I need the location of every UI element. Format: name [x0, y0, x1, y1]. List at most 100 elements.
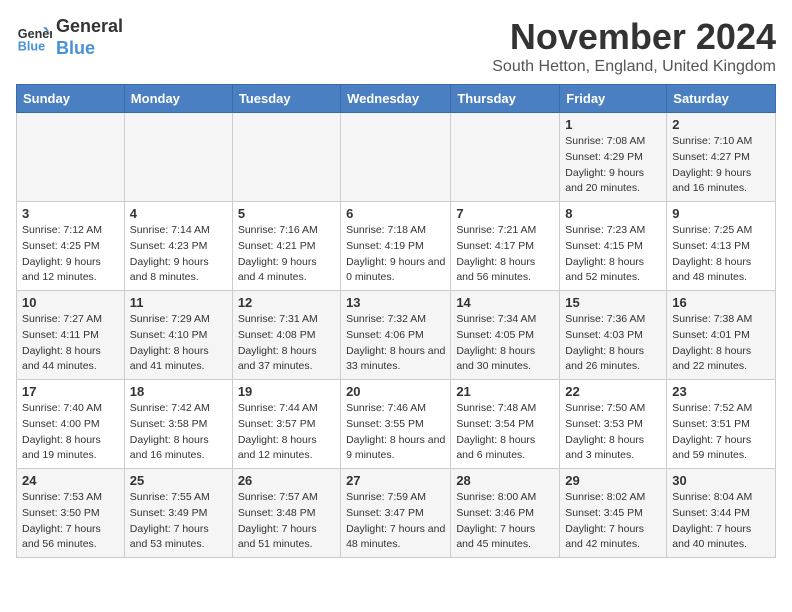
calendar-cell: 13Sunrise: 7:32 AM Sunset: 4:06 PM Dayli…	[341, 291, 451, 380]
calendar-cell: 4 Sunrise: 7:14 AM Sunset: 4:23 PM Daylig…	[124, 202, 232, 291]
day-info: Sunrise: 7:16 AM Sunset: 4:21 PM Dayligh…	[238, 223, 335, 286]
calendar-cell: 24 Sunrise: 7:53 AM Sunset: 3:50 PM Dayli…	[17, 469, 125, 558]
calendar-cell	[341, 113, 451, 202]
calendar-week-2: 10Sunrise: 7:27 AM Sunset: 4:11 PM Dayli…	[17, 291, 776, 380]
calendar-cell: 10Sunrise: 7:27 AM Sunset: 4:11 PM Dayli…	[17, 291, 125, 380]
day-info: Sunrise: 7:29 AM Sunset: 4:10 PM Dayligh…	[130, 312, 227, 375]
calendar-week-4: 24 Sunrise: 7:53 AM Sunset: 3:50 PM Dayli…	[17, 469, 776, 558]
calendar-cell: 28 Sunrise: 8:00 AM Sunset: 3:46 PM Dayli…	[451, 469, 560, 558]
location-title: South Hetton, England, United Kingdom	[492, 58, 776, 76]
day-number: 2	[672, 117, 770, 132]
header-saturday: Saturday	[667, 85, 776, 113]
day-info: Sunrise: 7:53 AM Sunset: 3:50 PM Dayligh…	[22, 490, 119, 553]
day-info: Sunrise: 7:10 AM Sunset: 4:27 PM Dayligh…	[672, 134, 770, 197]
day-number: 13	[346, 295, 445, 310]
svg-text:Blue: Blue	[18, 39, 45, 53]
month-title: November 2024	[492, 16, 776, 58]
day-info: Sunrise: 7:52 AM Sunset: 3:51 PM Dayligh…	[672, 401, 770, 464]
header-monday: Monday	[124, 85, 232, 113]
day-info: Sunrise: 7:12 AM Sunset: 4:25 PM Dayligh…	[22, 223, 119, 286]
day-info: Sunrise: 8:00 AM Sunset: 3:46 PM Dayligh…	[456, 490, 554, 553]
calendar-cell: 12Sunrise: 7:31 AM Sunset: 4:08 PM Dayli…	[232, 291, 340, 380]
day-number: 5	[238, 206, 335, 221]
day-number: 26	[238, 473, 335, 488]
title-area: November 2024 South Hetton, England, Uni…	[492, 16, 776, 76]
day-number: 4	[130, 206, 227, 221]
calendar-cell: 19 Sunrise: 7:44 AM Sunset: 3:57 PM Dayli…	[232, 380, 340, 469]
logo-text-general: General	[56, 16, 123, 38]
calendar-cell: 2 Sunrise: 7:10 AM Sunset: 4:27 PM Daylig…	[667, 113, 776, 202]
day-number: 10	[22, 295, 119, 310]
day-number: 28	[456, 473, 554, 488]
day-info: Sunrise: 7:21 AM Sunset: 4:17 PM Dayligh…	[456, 223, 554, 286]
calendar-cell: 7 Sunrise: 7:21 AM Sunset: 4:17 PM Daylig…	[451, 202, 560, 291]
calendar-week-3: 17 Sunrise: 7:40 AM Sunset: 4:00 PM Dayli…	[17, 380, 776, 469]
calendar-cell: 1 Sunrise: 7:08 AM Sunset: 4:29 PM Daylig…	[560, 113, 667, 202]
day-info: Sunrise: 7:23 AM Sunset: 4:15 PM Dayligh…	[565, 223, 661, 286]
calendar-cell: 26 Sunrise: 7:57 AM Sunset: 3:48 PM Dayli…	[232, 469, 340, 558]
day-number: 17	[22, 384, 119, 399]
day-info: Sunrise: 7:25 AM Sunset: 4:13 PM Dayligh…	[672, 223, 770, 286]
day-number: 15	[565, 295, 661, 310]
day-number: 9	[672, 206, 770, 221]
day-number: 14	[456, 295, 554, 310]
day-info: Sunrise: 7:40 AM Sunset: 4:00 PM Dayligh…	[22, 401, 119, 464]
calendar-cell: 18 Sunrise: 7:42 AM Sunset: 3:58 PM Dayli…	[124, 380, 232, 469]
calendar-cell: 30 Sunrise: 8:04 AM Sunset: 3:44 PM Dayli…	[667, 469, 776, 558]
day-info: Sunrise: 7:42 AM Sunset: 3:58 PM Dayligh…	[130, 401, 227, 464]
header-thursday: Thursday	[451, 85, 560, 113]
calendar-cell: 23Sunrise: 7:52 AM Sunset: 3:51 PM Dayli…	[667, 380, 776, 469]
day-info: Sunrise: 7:14 AM Sunset: 4:23 PM Dayligh…	[130, 223, 227, 286]
day-number: 11	[130, 295, 227, 310]
day-number: 7	[456, 206, 554, 221]
day-info: Sunrise: 7:50 AM Sunset: 3:53 PM Dayligh…	[565, 401, 661, 464]
day-number: 8	[565, 206, 661, 221]
day-number: 21	[456, 384, 554, 399]
day-number: 19	[238, 384, 335, 399]
day-number: 1	[565, 117, 661, 132]
calendar-cell: 9 Sunrise: 7:25 AM Sunset: 4:13 PM Daylig…	[667, 202, 776, 291]
day-info: Sunrise: 7:38 AM Sunset: 4:01 PM Dayligh…	[672, 312, 770, 375]
calendar-table: SundayMondayTuesdayWednesdayThursdayFrid…	[16, 84, 776, 558]
calendar-cell	[17, 113, 125, 202]
header: General Blue General Blue November 2024 …	[16, 16, 776, 76]
day-info: Sunrise: 7:55 AM Sunset: 3:49 PM Dayligh…	[130, 490, 227, 553]
day-number: 18	[130, 384, 227, 399]
day-info: Sunrise: 7:57 AM Sunset: 3:48 PM Dayligh…	[238, 490, 335, 553]
day-number: 24	[22, 473, 119, 488]
day-number: 25	[130, 473, 227, 488]
logo-text-blue: Blue	[56, 38, 123, 60]
calendar-cell: 25 Sunrise: 7:55 AM Sunset: 3:49 PM Dayli…	[124, 469, 232, 558]
day-info: Sunrise: 7:44 AM Sunset: 3:57 PM Dayligh…	[238, 401, 335, 464]
calendar-cell	[232, 113, 340, 202]
day-number: 29	[565, 473, 661, 488]
calendar-cell	[124, 113, 232, 202]
calendar-week-1: 3Sunrise: 7:12 AM Sunset: 4:25 PM Daylig…	[17, 202, 776, 291]
calendar-cell: 29 Sunrise: 8:02 AM Sunset: 3:45 PM Dayli…	[560, 469, 667, 558]
header-friday: Friday	[560, 85, 667, 113]
calendar-cell: 8 Sunrise: 7:23 AM Sunset: 4:15 PM Daylig…	[560, 202, 667, 291]
day-number: 30	[672, 473, 770, 488]
calendar-cell: 20 Sunrise: 7:46 AM Sunset: 3:55 PM Dayli…	[341, 380, 451, 469]
header-tuesday: Tuesday	[232, 85, 340, 113]
day-info: Sunrise: 7:31 AM Sunset: 4:08 PM Dayligh…	[238, 312, 335, 375]
day-info: Sunrise: 7:18 AM Sunset: 4:19 PM Dayligh…	[346, 223, 445, 286]
day-info: Sunrise: 8:04 AM Sunset: 3:44 PM Dayligh…	[672, 490, 770, 553]
header-sunday: Sunday	[17, 85, 125, 113]
day-info: Sunrise: 7:34 AM Sunset: 4:05 PM Dayligh…	[456, 312, 554, 375]
day-number: 16	[672, 295, 770, 310]
day-info: Sunrise: 8:02 AM Sunset: 3:45 PM Dayligh…	[565, 490, 661, 553]
day-number: 22	[565, 384, 661, 399]
calendar-cell: 27Sunrise: 7:59 AM Sunset: 3:47 PM Dayli…	[341, 469, 451, 558]
day-number: 20	[346, 384, 445, 399]
day-info: Sunrise: 7:08 AM Sunset: 4:29 PM Dayligh…	[565, 134, 661, 197]
calendar-cell: 11 Sunrise: 7:29 AM Sunset: 4:10 PM Dayli…	[124, 291, 232, 380]
calendar-cell	[451, 113, 560, 202]
calendar-cell: 3Sunrise: 7:12 AM Sunset: 4:25 PM Daylig…	[17, 202, 125, 291]
logo: General Blue General Blue	[16, 16, 123, 59]
calendar-cell: 22 Sunrise: 7:50 AM Sunset: 3:53 PM Dayli…	[560, 380, 667, 469]
day-info: Sunrise: 7:46 AM Sunset: 3:55 PM Dayligh…	[346, 401, 445, 464]
day-info: Sunrise: 7:36 AM Sunset: 4:03 PM Dayligh…	[565, 312, 661, 375]
calendar-cell: 14 Sunrise: 7:34 AM Sunset: 4:05 PM Dayli…	[451, 291, 560, 380]
day-number: 27	[346, 473, 445, 488]
